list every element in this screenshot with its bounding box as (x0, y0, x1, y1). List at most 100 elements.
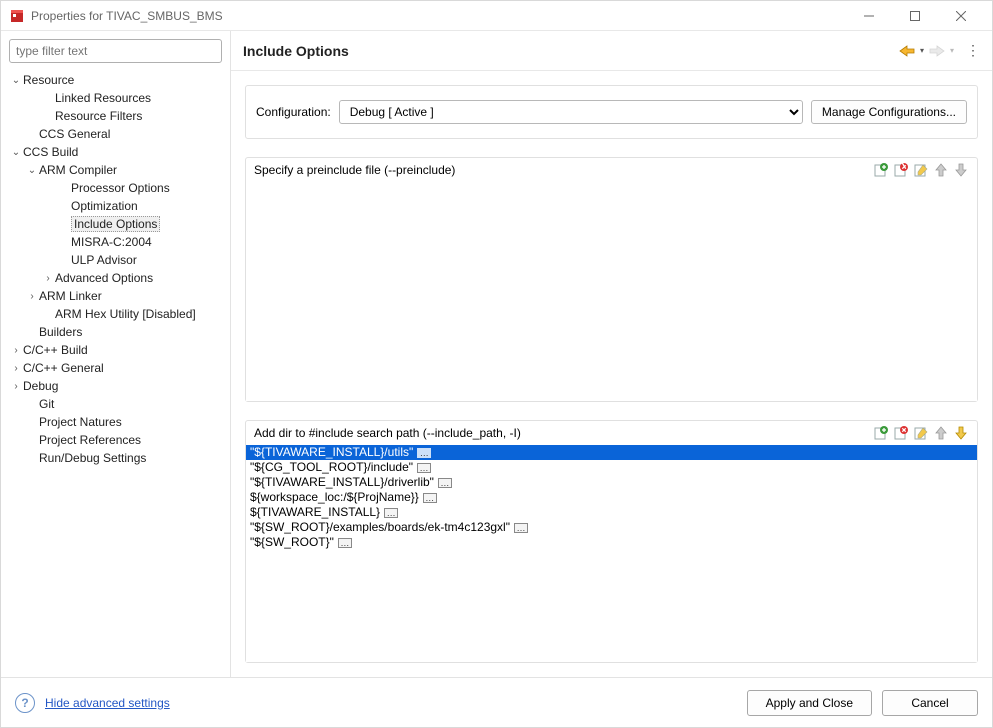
titlebar: Properties for TIVAC_SMBUS_BMS (1, 1, 992, 31)
move-down-icon[interactable] (953, 425, 969, 441)
forward-button[interactable] (928, 42, 946, 60)
tree-item-arm-linker[interactable]: ›ARM Linker (1, 287, 230, 305)
filter-input[interactable] (9, 39, 222, 63)
tree-item-project-natures[interactable]: Project Natures (1, 413, 230, 431)
list-item[interactable]: "${TIVAWARE_INSTALL}/utils"… (246, 445, 977, 460)
minimize-button[interactable] (846, 1, 892, 31)
tree-item-git[interactable]: Git (1, 395, 230, 413)
add-icon[interactable] (873, 162, 889, 178)
preinclude-list[interactable] (246, 182, 977, 401)
list-item-text: ${workspace_loc:/${ProjName}} (250, 490, 419, 505)
nav-arrows: ▾ ▾ ⋮ (898, 42, 980, 60)
chevron-right-icon[interactable]: › (25, 291, 39, 302)
app-icon (9, 8, 25, 24)
tree-item-ccpp-build[interactable]: ›C/C++ Build (1, 341, 230, 359)
dialog-footer: ? Hide advanced settings Apply and Close… (1, 677, 992, 727)
chevron-right-icon[interactable]: › (9, 381, 23, 392)
tree-item-run-debug[interactable]: Run/Debug Settings (1, 449, 230, 467)
move-down-icon[interactable] (953, 162, 969, 178)
apply-and-close-button[interactable]: Apply and Close (747, 690, 872, 716)
view-menu-icon[interactable]: ⋮ (966, 42, 980, 59)
tree-item-ulp-advisor[interactable]: ULP Advisor (1, 251, 230, 269)
tree-item-arm-compiler[interactable]: ⌄ARM Compiler (1, 161, 230, 179)
main-area: ⌄Resource Linked Resources Resource Filt… (1, 31, 992, 677)
preinclude-group: Specify a preinclude file (--preinclude) (245, 157, 978, 402)
tree-item-optimization[interactable]: Optimization (1, 197, 230, 215)
includepath-toolbar (873, 425, 969, 441)
page-title: Include Options (243, 43, 898, 59)
hide-advanced-link[interactable]: Hide advanced settings (45, 696, 170, 710)
help-icon[interactable]: ? (15, 693, 35, 713)
browse-icon[interactable]: … (423, 493, 437, 503)
list-item-text: "${SW_ROOT}" (250, 535, 334, 550)
tree-item-include-options[interactable]: Include Options (1, 215, 230, 233)
move-up-icon[interactable] (933, 162, 949, 178)
tree-item-resource[interactable]: ⌄Resource (1, 71, 230, 89)
edit-icon[interactable] (913, 425, 929, 441)
browse-icon[interactable]: … (417, 448, 431, 458)
window-controls (846, 1, 984, 31)
tree-item-linked-resources[interactable]: Linked Resources (1, 89, 230, 107)
configuration-bar: Configuration: Debug [ Active ] Manage C… (245, 85, 978, 139)
chevron-down-icon[interactable]: ⌄ (25, 165, 39, 176)
tree-item-builders[interactable]: Builders (1, 323, 230, 341)
delete-icon[interactable] (893, 425, 909, 441)
back-button[interactable] (898, 42, 916, 60)
tree-item-arm-hex[interactable]: ARM Hex Utility [Disabled] (1, 305, 230, 323)
filter-box (9, 39, 222, 63)
tree-item-ccpp-general[interactable]: ›C/C++ General (1, 359, 230, 377)
preinclude-label: Specify a preinclude file (--preinclude) (254, 163, 873, 177)
browse-icon[interactable]: … (438, 478, 452, 488)
tree-item-ccs-build[interactable]: ⌄CCS Build (1, 143, 230, 161)
list-item-text: "${SW_ROOT}/examples/boards/ek-tm4c123gx… (250, 520, 510, 535)
tree-item-resource-filters[interactable]: Resource Filters (1, 107, 230, 125)
browse-icon[interactable]: … (417, 463, 431, 473)
preinclude-toolbar (873, 162, 969, 178)
chevron-down-icon[interactable]: ▾ (920, 46, 924, 55)
manage-configurations-button[interactable]: Manage Configurations... (811, 100, 967, 124)
chevron-down-icon[interactable]: ⌄ (9, 147, 23, 158)
list-item[interactable]: ${TIVAWARE_INSTALL} … (246, 505, 977, 520)
chevron-down-icon[interactable]: ⌄ (9, 75, 23, 86)
tree-item-advanced-options[interactable]: ›Advanced Options (1, 269, 230, 287)
window-title: Properties for TIVAC_SMBUS_BMS (31, 9, 846, 23)
chevron-right-icon[interactable]: › (41, 273, 55, 284)
list-item[interactable]: "${CG_TOOL_ROOT}/include"… (246, 460, 977, 475)
list-item[interactable]: ${workspace_loc:/${ProjName}} … (246, 490, 977, 505)
list-item[interactable]: "${SW_ROOT}/examples/boards/ek-tm4c123gx… (246, 520, 977, 535)
list-item[interactable]: "${SW_ROOT}" … (246, 535, 977, 550)
move-up-icon[interactable] (933, 425, 949, 441)
list-item-text: ${TIVAWARE_INSTALL} (250, 505, 380, 520)
delete-icon[interactable] (893, 162, 909, 178)
tree-item-processor-options[interactable]: Processor Options (1, 179, 230, 197)
sidebar: ⌄Resource Linked Resources Resource Filt… (1, 31, 231, 677)
chevron-right-icon[interactable]: › (9, 363, 23, 374)
properties-dialog: Properties for TIVAC_SMBUS_BMS ⌄Resource… (0, 0, 993, 728)
browse-icon[interactable]: … (384, 508, 398, 518)
content-body: Configuration: Debug [ Active ] Manage C… (231, 71, 992, 677)
configuration-select[interactable]: Debug [ Active ] (339, 100, 803, 124)
tree-item-misra[interactable]: MISRA-C:2004 (1, 233, 230, 251)
list-item-text: "${TIVAWARE_INSTALL}/driverlib" (250, 475, 434, 490)
includepath-label: Add dir to #include search path (--inclu… (254, 426, 873, 440)
content-header: Include Options ▾ ▾ ⋮ (231, 31, 992, 71)
tree-item-debug[interactable]: ›Debug (1, 377, 230, 395)
includepath-group: Add dir to #include search path (--inclu… (245, 420, 978, 663)
chevron-down-icon[interactable]: ▾ (950, 46, 954, 55)
includepath-list[interactable]: "${TIVAWARE_INSTALL}/utils"…"${CG_TOOL_R… (246, 445, 977, 662)
maximize-button[interactable] (892, 1, 938, 31)
configuration-label: Configuration: (256, 105, 331, 119)
cancel-button[interactable]: Cancel (882, 690, 978, 716)
browse-icon[interactable]: … (514, 523, 528, 533)
includepath-header: Add dir to #include search path (--inclu… (246, 421, 977, 445)
add-icon[interactable] (873, 425, 889, 441)
close-button[interactable] (938, 1, 984, 31)
tree-item-project-references[interactable]: Project References (1, 431, 230, 449)
chevron-right-icon[interactable]: › (9, 345, 23, 356)
content-panel: Include Options ▾ ▾ ⋮ Configuration: (231, 31, 992, 677)
browse-icon[interactable]: … (338, 538, 352, 548)
list-item[interactable]: "${TIVAWARE_INSTALL}/driverlib" … (246, 475, 977, 490)
edit-icon[interactable] (913, 162, 929, 178)
nav-tree: ⌄Resource Linked Resources Resource Filt… (1, 71, 230, 473)
tree-item-ccs-general[interactable]: CCS General (1, 125, 230, 143)
